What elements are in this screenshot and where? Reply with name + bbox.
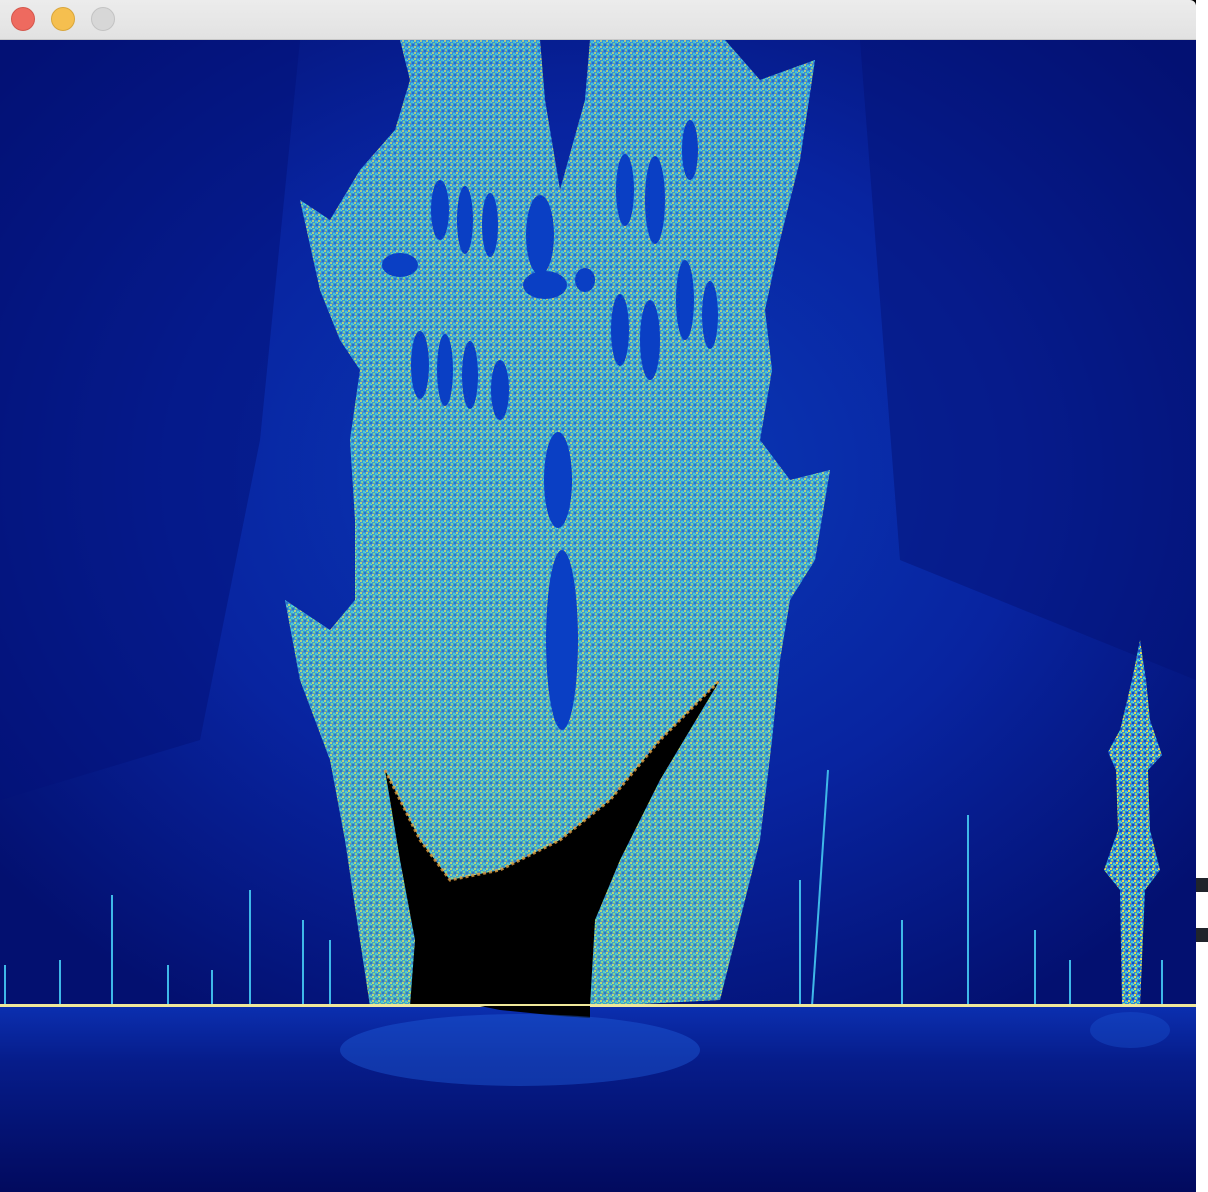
zoom-button[interactable] [91, 7, 115, 31]
fractal-render [0, 40, 1196, 1192]
app-window [0, 0, 1196, 1192]
title-bar[interactable] [0, 0, 1196, 40]
reflection-glow [340, 1014, 700, 1086]
reflection-glow-right [1090, 1012, 1170, 1048]
fractal-canvas[interactable] [0, 40, 1196, 1192]
edge-mark [1196, 928, 1208, 942]
minimize-button[interactable] [51, 7, 75, 31]
close-button[interactable] [11, 7, 35, 31]
edge-mark [1196, 878, 1208, 892]
horizon-line [0, 1004, 1196, 1007]
desktop-edge [1196, 0, 1208, 1192]
